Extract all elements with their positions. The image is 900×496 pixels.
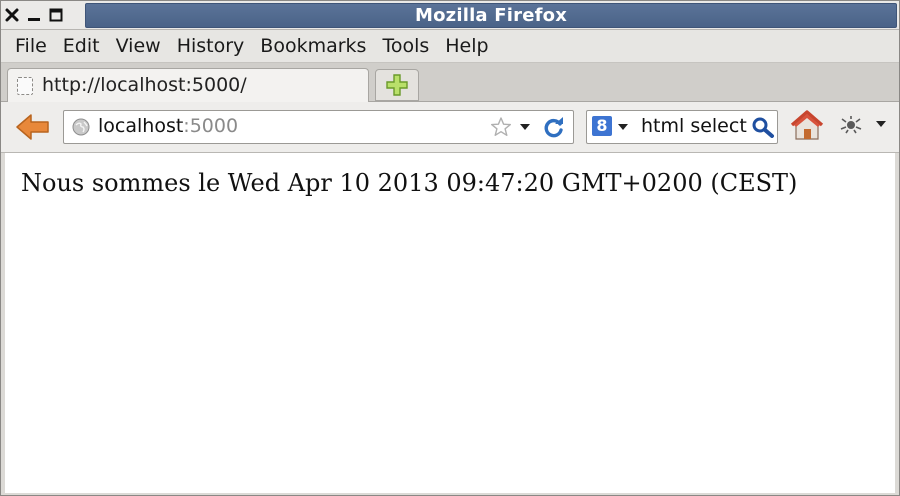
search-engine-icon[interactable]: 8 [592,116,612,136]
page-date-text: Nous sommes le Wed Apr 10 2013 09:47:20 … [21,169,798,197]
menu-history[interactable]: History [175,35,247,57]
window-controls [3,4,65,26]
url-history-dropdown-icon[interactable] [519,123,531,131]
search-bar[interactable]: 8 html select [586,110,778,144]
bookmark-star-icon[interactable] [490,116,512,138]
browser-window: Mozilla Firefox File Edit View History B… [0,0,900,496]
menu-view[interactable]: View [114,35,163,57]
title-bar: Mozilla Firefox [1,1,899,30]
navigation-bar: localhost:5000 8 html select [1,102,899,153]
reload-icon[interactable] [542,116,566,138]
menu-file[interactable]: File [13,35,49,57]
menu-bar: File Edit View History Bookmarks Tools H… [1,30,899,63]
back-button[interactable] [15,112,51,142]
tab-strip: http://localhost:5000/ [1,63,899,103]
add-on-icon[interactable] [839,114,865,134]
back-arrow-icon [16,114,49,140]
menu-help[interactable]: Help [443,35,490,57]
menu-tools[interactable]: Tools [380,35,431,57]
url-bar[interactable]: localhost:5000 [63,110,574,144]
url-port: :5000 [183,115,239,137]
search-engine-dropdown-icon[interactable] [617,123,629,131]
home-icon[interactable] [789,108,825,142]
title-bar-fill: Mozilla Firefox [85,3,897,28]
search-input[interactable]: html select [641,115,747,137]
url-host: localhost [98,115,184,137]
minimize-icon[interactable] [25,5,43,25]
menu-bookmarks[interactable]: Bookmarks [258,35,368,57]
toolbar-overflow-dropdown-icon[interactable] [875,120,887,128]
new-tab-button[interactable] [375,69,419,101]
plus-icon [386,74,408,96]
search-icon[interactable] [751,116,775,138]
page-content: Nous sommes le Wed Apr 10 2013 09:47:20 … [5,153,895,493]
menu-edit[interactable]: Edit [61,35,102,57]
tab-label: http://localhost:5000/ [42,74,247,96]
globe-icon [72,118,90,136]
page-icon [17,77,33,95]
window-title: Mozilla Firefox [414,5,568,26]
maximize-icon[interactable] [47,5,65,25]
close-icon[interactable] [3,5,21,25]
url-text[interactable]: localhost:5000 [98,115,238,137]
tab-localhost[interactable]: http://localhost:5000/ [7,68,369,103]
